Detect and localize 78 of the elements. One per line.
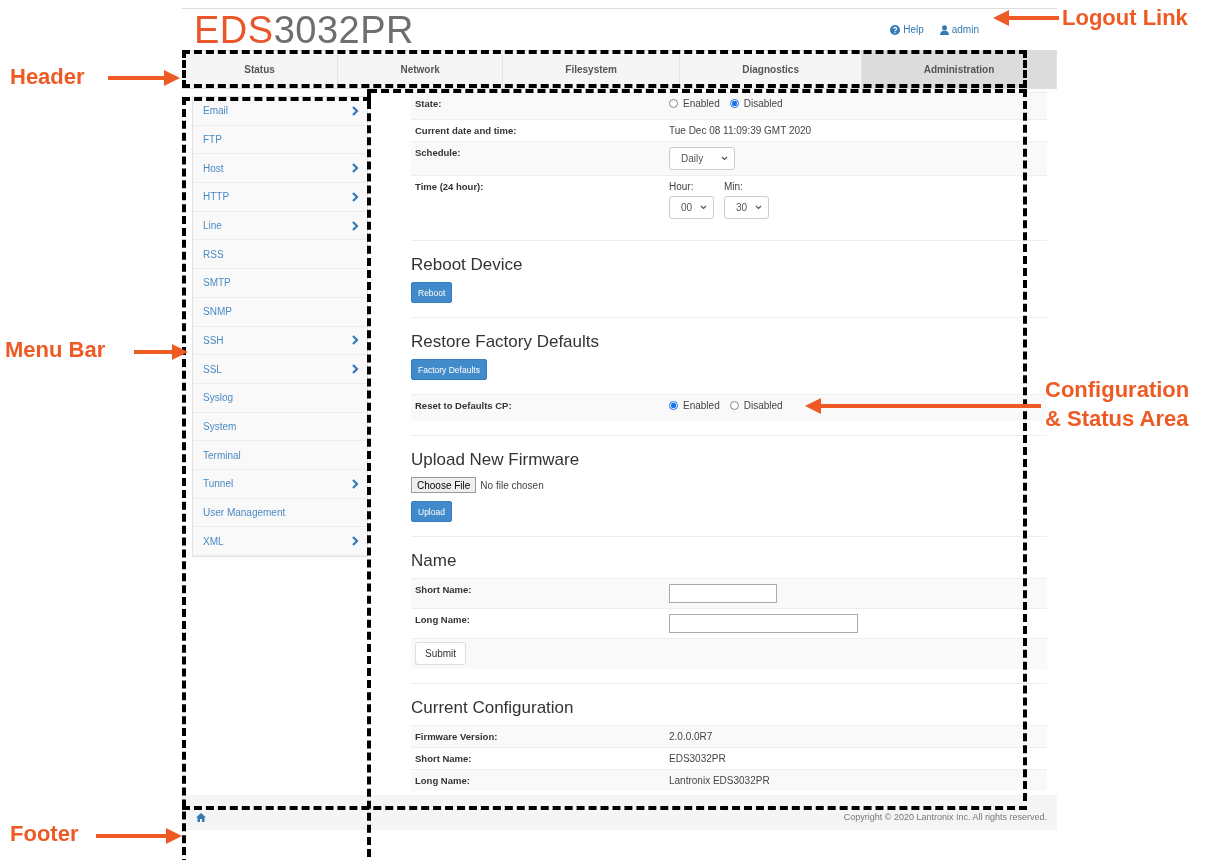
section-heading: Name (411, 551, 458, 571)
copyright-text: Copyright © 2020 Lantronix Inc. All rights reserved. (843, 812, 1047, 822)
field-label: Schedule: (415, 147, 462, 160)
caret-icon (721, 156, 728, 161)
schedule-select[interactable]: Daily (669, 147, 735, 170)
menu-item[interactable]: Terminal (193, 441, 367, 470)
field-value: Tue Dec 08 11:09:39 GMT 2020 (669, 125, 812, 136)
time-select[interactable]: 00 (669, 196, 714, 219)
chevron-icon (352, 105, 359, 116)
chevron-icon (352, 536, 359, 547)
user-link[interactable]: admin (939, 24, 979, 35)
action-button[interactable]: Upload (411, 501, 452, 522)
field-label: Reset to Defaults CP: (415, 400, 513, 413)
menu-item[interactable]: Tunnel (193, 469, 367, 499)
callout-label: Footer (10, 820, 79, 848)
field-label: Short Name: (415, 584, 473, 597)
field-label: Long Name: (415, 775, 471, 786)
action-button[interactable]: Reboot (411, 282, 453, 303)
user-icon (939, 24, 949, 35)
callout-label: Menu Bar (5, 336, 106, 364)
field-value: Lantronix EDS3032PR (669, 775, 770, 786)
input-field[interactable] (669, 614, 858, 633)
menu-item[interactable]: SSL (193, 355, 367, 384)
menu-item[interactable]: HTTP (193, 183, 367, 212)
caret-icon (755, 205, 762, 210)
field-label: Hour: (669, 181, 695, 192)
file-status: No file chosen (480, 479, 544, 491)
chevron-icon (352, 220, 359, 231)
chevron-icon (352, 364, 359, 375)
field-label: Min: (724, 181, 744, 192)
menu-item[interactable]: SMTP (193, 269, 367, 298)
menu-item[interactable]: Syslog (193, 383, 367, 413)
chevron-icon (352, 335, 359, 346)
product-logo: EDS3032PR (194, 10, 414, 49)
field-label: Time (24 hour): (415, 181, 485, 194)
callout-arrow (993, 10, 1059, 26)
caret-icon (700, 205, 707, 210)
section-heading: Upload New Firmware (411, 450, 581, 470)
menu-item[interactable]: User Management (193, 498, 367, 528)
menu-item[interactable]: SSH (193, 326, 367, 356)
help-icon (890, 24, 901, 35)
radio-option[interactable]: Enabled (669, 98, 720, 109)
field-label: Current date and time: (415, 125, 518, 136)
menu-item[interactable]: XML (193, 527, 367, 556)
radio-option[interactable]: Disabled (729, 400, 783, 411)
field-value: EDS3032PR (669, 753, 726, 764)
section-heading: Restore Factory Defaults (411, 332, 600, 352)
callout-label: Configuration & Status Area (1045, 376, 1190, 433)
section-heading: Current Configuration (411, 698, 575, 718)
callout-label: Header (10, 63, 85, 91)
input-field[interactable] (669, 584, 777, 603)
help-link[interactable]: Help (890, 24, 924, 35)
section-heading: Reboot Device (411, 255, 524, 275)
menu-item[interactable]: SNMP (193, 297, 367, 327)
menu-item[interactable]: RSS (193, 240, 367, 270)
time-select[interactable]: 30 (724, 196, 769, 219)
menu-item[interactable]: Email (193, 97, 367, 126)
choose-file-button[interactable]: Choose File (411, 477, 477, 493)
field-value: 2.0.0.0R7 (669, 731, 713, 742)
field-label: Long Name: (415, 614, 471, 627)
menu-item[interactable]: Host (193, 154, 367, 184)
menu-item[interactable]: System (193, 412, 367, 442)
field-label: Firmware Version: (415, 731, 499, 742)
chevron-icon (352, 478, 359, 489)
chevron-icon (352, 191, 359, 202)
field-label: Short Name: (415, 753, 473, 764)
callout-arrow (108, 70, 180, 86)
field-label: State: (415, 98, 443, 111)
callout-arrow (134, 344, 188, 360)
chevron-icon (352, 163, 359, 174)
menu-item[interactable]: Line (193, 211, 367, 241)
submit-button[interactable]: Submit (415, 642, 467, 665)
action-button[interactable]: Factory Defaults (411, 359, 487, 380)
radio-option[interactable]: Disabled (729, 98, 783, 109)
callout-label: Logout Link (1062, 4, 1188, 32)
menu-item[interactable]: FTP (193, 125, 367, 155)
home-icon[interactable] (196, 813, 206, 822)
radio-option[interactable]: Enabled (669, 400, 720, 411)
